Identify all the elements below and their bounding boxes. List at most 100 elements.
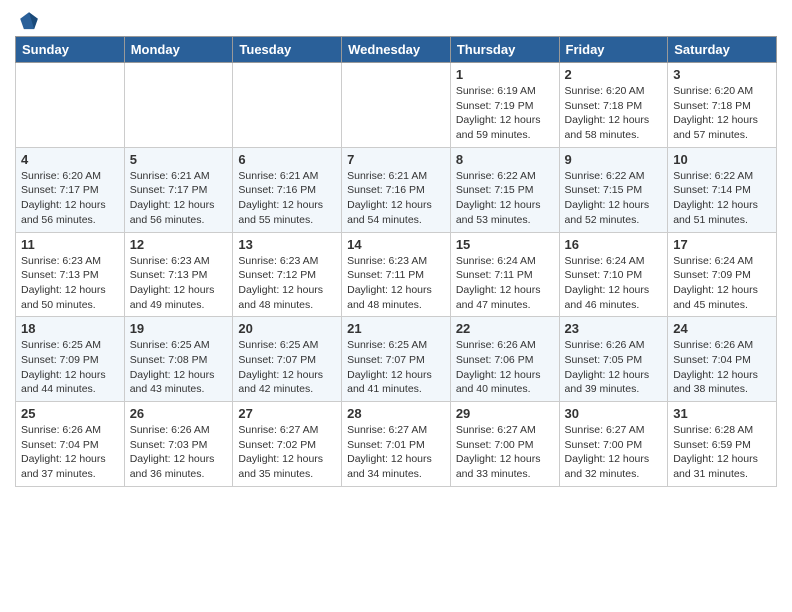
week-row-4: 18 Sunrise: 6:25 AM Sunset: 7:09 PM Dayli… [16,317,777,402]
day-number: 2 [565,67,663,82]
day-number: 7 [347,152,445,167]
day-number: 16 [565,237,663,252]
day-number: 11 [21,237,119,252]
day-number: 22 [456,321,554,336]
page: SundayMondayTuesdayWednesdayThursdayFrid… [0,0,792,497]
day-cell: 1Sunrise: 6:19 AM Sunset: 7:19 PM Daylig… [450,63,559,148]
day-cell: 7 Sunrise: 6:21 AM Sunset: 7:16 PM Daylig… [342,147,451,232]
day-cell: 26 Sunrise: 6:26 AM Sunset: 7:03 PM Dayli… [124,402,233,487]
day-info: Sunrise: 6:28 AM Sunset: 6:59 PM Dayligh… [673,423,771,482]
day-info: Sunrise: 6:25 AM Sunset: 7:09 PM Dayligh… [21,338,119,397]
day-number: 5 [130,152,228,167]
day-number: 28 [347,406,445,421]
day-cell: 31Sunrise: 6:28 AM Sunset: 6:59 PM Dayli… [668,402,777,487]
week-row-5: 25 Sunrise: 6:26 AM Sunset: 7:04 PM Dayli… [16,402,777,487]
day-number: 20 [238,321,336,336]
day-info: Sunrise: 6:24 AM Sunset: 7:11 PM Dayligh… [456,254,554,313]
day-number: 17 [673,237,771,252]
day-cell: 2 Sunrise: 6:20 AM Sunset: 7:18 PM Daylig… [559,63,668,148]
day-info: Sunrise: 6:27 AM Sunset: 7:00 PM Dayligh… [565,423,663,482]
day-cell: 3Sunrise: 6:20 AM Sunset: 7:18 PM Daylig… [668,63,777,148]
day-number: 26 [130,406,228,421]
week-row-1: 1Sunrise: 6:19 AM Sunset: 7:19 PM Daylig… [16,63,777,148]
day-cell: 6 Sunrise: 6:21 AM Sunset: 7:16 PM Daylig… [233,147,342,232]
day-cell: 22 Sunrise: 6:26 AM Sunset: 7:06 PM Dayli… [450,317,559,402]
day-number: 15 [456,237,554,252]
day-info: Sunrise: 6:21 AM Sunset: 7:16 PM Dayligh… [238,169,336,228]
day-number: 10 [673,152,771,167]
header [15,10,777,32]
day-info: Sunrise: 6:26 AM Sunset: 7:05 PM Dayligh… [565,338,663,397]
day-cell [233,63,342,148]
day-cell: 14 Sunrise: 6:23 AM Sunset: 7:11 PM Dayli… [342,232,451,317]
day-cell: 16 Sunrise: 6:24 AM Sunset: 7:10 PM Dayli… [559,232,668,317]
day-cell: 11 Sunrise: 6:23 AM Sunset: 7:13 PM Dayli… [16,232,125,317]
day-number: 1 [456,67,554,82]
day-info: Sunrise: 6:22 AM Sunset: 7:15 PM Dayligh… [456,169,554,228]
day-number: 3 [673,67,771,82]
logo-icon [18,10,40,32]
day-info: Sunrise: 6:27 AM Sunset: 7:02 PM Dayligh… [238,423,336,482]
day-cell [342,63,451,148]
calendar-table: SundayMondayTuesdayWednesdayThursdayFrid… [15,36,777,487]
day-cell: 28 Sunrise: 6:27 AM Sunset: 7:01 PM Dayli… [342,402,451,487]
weekday-tuesday: Tuesday [233,37,342,63]
day-cell [124,63,233,148]
day-cell: 24Sunrise: 6:26 AM Sunset: 7:04 PM Dayli… [668,317,777,402]
day-info: Sunrise: 6:23 AM Sunset: 7:11 PM Dayligh… [347,254,445,313]
day-info: Sunrise: 6:22 AM Sunset: 7:14 PM Dayligh… [673,169,771,228]
day-cell: 25 Sunrise: 6:26 AM Sunset: 7:04 PM Dayli… [16,402,125,487]
day-info: Sunrise: 6:25 AM Sunset: 7:08 PM Dayligh… [130,338,228,397]
day-cell: 13 Sunrise: 6:23 AM Sunset: 7:12 PM Dayli… [233,232,342,317]
day-info: Sunrise: 6:24 AM Sunset: 7:10 PM Dayligh… [565,254,663,313]
day-number: 25 [21,406,119,421]
day-cell: 4 Sunrise: 6:20 AM Sunset: 7:17 PM Daylig… [16,147,125,232]
day-cell: 30Sunrise: 6:27 AM Sunset: 7:00 PM Dayli… [559,402,668,487]
day-number: 23 [565,321,663,336]
day-info: Sunrise: 6:24 AM Sunset: 7:09 PM Dayligh… [673,254,771,313]
weekday-header-row: SundayMondayTuesdayWednesdayThursdayFrid… [16,37,777,63]
day-number: 6 [238,152,336,167]
day-info: Sunrise: 6:27 AM Sunset: 7:00 PM Dayligh… [456,423,554,482]
day-number: 9 [565,152,663,167]
weekday-thursday: Thursday [450,37,559,63]
day-number: 27 [238,406,336,421]
day-number: 14 [347,237,445,252]
day-info: Sunrise: 6:25 AM Sunset: 7:07 PM Dayligh… [347,338,445,397]
day-cell: 10 Sunrise: 6:22 AM Sunset: 7:14 PM Dayli… [668,147,777,232]
day-number: 29 [456,406,554,421]
day-number: 21 [347,321,445,336]
day-number: 18 [21,321,119,336]
day-cell: 5Sunrise: 6:21 AM Sunset: 7:17 PM Daylig… [124,147,233,232]
day-info: Sunrise: 6:26 AM Sunset: 7:03 PM Dayligh… [130,423,228,482]
day-cell: 17 Sunrise: 6:24 AM Sunset: 7:09 PM Dayli… [668,232,777,317]
day-cell: 20 Sunrise: 6:25 AM Sunset: 7:07 PM Dayli… [233,317,342,402]
day-info: Sunrise: 6:20 AM Sunset: 7:18 PM Dayligh… [565,84,663,143]
day-cell: 21 Sunrise: 6:25 AM Sunset: 7:07 PM Dayli… [342,317,451,402]
logo [15,10,40,32]
day-cell: 8 Sunrise: 6:22 AM Sunset: 7:15 PM Daylig… [450,147,559,232]
week-row-3: 11 Sunrise: 6:23 AM Sunset: 7:13 PM Dayli… [16,232,777,317]
day-number: 12 [130,237,228,252]
day-cell: 19 Sunrise: 6:25 AM Sunset: 7:08 PM Dayli… [124,317,233,402]
day-number: 13 [238,237,336,252]
day-cell: 23 Sunrise: 6:26 AM Sunset: 7:05 PM Dayli… [559,317,668,402]
day-cell [16,63,125,148]
weekday-sunday: Sunday [16,37,125,63]
weekday-wednesday: Wednesday [342,37,451,63]
day-info: Sunrise: 6:23 AM Sunset: 7:12 PM Dayligh… [238,254,336,313]
day-info: Sunrise: 6:20 AM Sunset: 7:17 PM Dayligh… [21,169,119,228]
day-number: 4 [21,152,119,167]
day-info: Sunrise: 6:22 AM Sunset: 7:15 PM Dayligh… [565,169,663,228]
day-cell: 9 Sunrise: 6:22 AM Sunset: 7:15 PM Daylig… [559,147,668,232]
day-info: Sunrise: 6:23 AM Sunset: 7:13 PM Dayligh… [21,254,119,313]
weekday-saturday: Saturday [668,37,777,63]
day-info: Sunrise: 6:27 AM Sunset: 7:01 PM Dayligh… [347,423,445,482]
day-info: Sunrise: 6:21 AM Sunset: 7:16 PM Dayligh… [347,169,445,228]
day-cell: 29 Sunrise: 6:27 AM Sunset: 7:00 PM Dayli… [450,402,559,487]
day-info: Sunrise: 6:26 AM Sunset: 7:06 PM Dayligh… [456,338,554,397]
day-info: Sunrise: 6:25 AM Sunset: 7:07 PM Dayligh… [238,338,336,397]
day-number: 8 [456,152,554,167]
day-number: 19 [130,321,228,336]
day-info: Sunrise: 6:26 AM Sunset: 7:04 PM Dayligh… [21,423,119,482]
